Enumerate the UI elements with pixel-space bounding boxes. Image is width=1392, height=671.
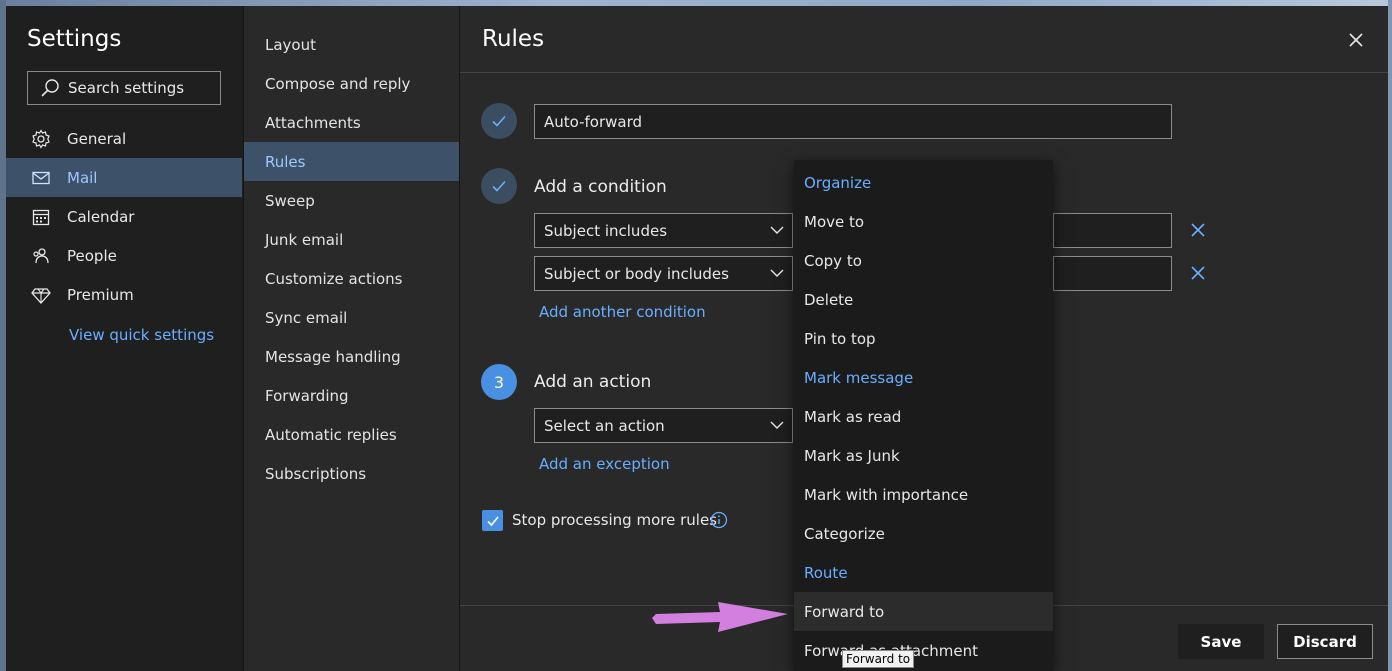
discard-button[interactable]: Discard bbox=[1277, 624, 1373, 659]
menu-header-organize: Organize bbox=[804, 173, 872, 192]
view-quick-settings-link[interactable]: View quick settings bbox=[69, 326, 214, 344]
condition-select-2[interactable]: Subject or body includes bbox=[534, 256, 793, 291]
section-sweep[interactable]: Sweep bbox=[244, 181, 459, 220]
info-icon[interactable] bbox=[710, 511, 728, 529]
menu-item-categorize[interactable]: Categorize bbox=[794, 514, 1053, 553]
condition-select-value: Subject or body includes bbox=[544, 264, 729, 283]
nav-item-people[interactable]: People bbox=[6, 236, 242, 275]
chevron-down-icon bbox=[770, 421, 784, 429]
calendar-icon bbox=[31, 207, 51, 227]
nav-item-general[interactable]: General bbox=[6, 119, 242, 158]
tooltip: Forward to bbox=[842, 650, 915, 668]
action-dropdown-menu: Organize Move to Copy to Delete Pin to t… bbox=[794, 160, 1053, 671]
menu-item-delete[interactable]: Delete bbox=[794, 280, 1053, 319]
nav-item-label: General bbox=[67, 129, 127, 148]
settings-window: Settings Search settings General Mail Ca… bbox=[0, 0, 1392, 671]
checkmark-icon bbox=[486, 515, 499, 526]
menu-header-route: Route bbox=[804, 563, 848, 582]
action-select-value: Select an action bbox=[544, 416, 665, 435]
checkmark-icon bbox=[492, 180, 506, 192]
condition-value-input-2[interactable] bbox=[1053, 256, 1172, 291]
settings-title: Settings bbox=[27, 26, 122, 52]
condition-value-input-1[interactable] bbox=[1053, 213, 1172, 248]
step-number-circle: 3 bbox=[481, 364, 517, 400]
menu-item-forward-as-attachment[interactable]: Forward as attachment bbox=[794, 631, 1053, 670]
section-layout[interactable]: Layout bbox=[244, 25, 459, 64]
section-forwarding[interactable]: Forwarding bbox=[244, 376, 459, 415]
close-icon[interactable] bbox=[1345, 29, 1367, 51]
section-automatic-replies[interactable]: Automatic replies bbox=[244, 415, 459, 454]
search-icon bbox=[41, 79, 59, 97]
section-sync-email[interactable]: Sync email bbox=[244, 298, 459, 337]
gear-icon bbox=[31, 128, 51, 149]
section-rules[interactable]: Rules bbox=[244, 142, 459, 181]
search-placeholder: Search settings bbox=[68, 79, 185, 97]
remove-condition-icon[interactable] bbox=[1190, 265, 1206, 281]
section-attachments[interactable]: Attachments bbox=[244, 103, 459, 142]
menu-item-mark-as-junk[interactable]: Mark as Junk bbox=[794, 436, 1053, 475]
step-complete-circle bbox=[481, 168, 517, 204]
action-select[interactable]: Select an action bbox=[534, 408, 793, 443]
chevron-down-icon bbox=[770, 226, 784, 234]
annotation-arrow-icon bbox=[652, 602, 788, 632]
section-customize-actions[interactable]: Customize actions bbox=[244, 259, 459, 298]
add-exception-link[interactable]: Add an exception bbox=[539, 455, 670, 473]
step-complete-circle bbox=[481, 103, 517, 139]
action-heading: Add an action bbox=[534, 372, 652, 392]
menu-item-mark-with-importance[interactable]: Mark with importance bbox=[794, 475, 1053, 514]
nav-item-calendar[interactable]: Calendar bbox=[6, 197, 242, 236]
rule-name-input[interactable]: Auto-forward bbox=[534, 104, 1172, 139]
menu-item-mark-as-read[interactable]: Mark as read bbox=[794, 397, 1053, 436]
desktop-background-right bbox=[1388, 0, 1392, 671]
condition-heading: Add a condition bbox=[534, 177, 667, 197]
mail-icon bbox=[31, 168, 51, 188]
checkmark-icon bbox=[492, 115, 506, 127]
nav-item-premium[interactable]: Premium bbox=[6, 275, 242, 314]
nav-item-label: People bbox=[67, 246, 117, 265]
menu-item-pin-to-top[interactable]: Pin to top bbox=[794, 319, 1053, 358]
stop-processing-label: Stop processing more rules bbox=[512, 511, 717, 529]
remove-condition-icon[interactable] bbox=[1190, 222, 1206, 238]
menu-item-copy-to[interactable]: Copy to bbox=[794, 241, 1053, 280]
people-icon bbox=[31, 246, 51, 266]
menu-header-mark-message: Mark message bbox=[804, 368, 914, 387]
section-message-handling[interactable]: Message handling bbox=[244, 337, 459, 376]
condition-select-1[interactable]: Subject includes bbox=[534, 213, 793, 248]
section-compose-and-reply[interactable]: Compose and reply bbox=[244, 64, 459, 103]
menu-item-move-to[interactable]: Move to bbox=[794, 202, 1053, 241]
save-button[interactable]: Save bbox=[1178, 624, 1264, 659]
pane-divider bbox=[459, 6, 460, 671]
nav-item-label: Premium bbox=[67, 285, 134, 304]
condition-select-value: Subject includes bbox=[544, 221, 668, 240]
nav-item-label: Mail bbox=[67, 168, 98, 187]
section-junk-email[interactable]: Junk email bbox=[244, 220, 459, 259]
nav-item-mail[interactable]: Mail bbox=[6, 158, 242, 197]
diamond-icon bbox=[31, 285, 51, 305]
menu-item-forward-to[interactable]: Forward to bbox=[794, 592, 1053, 631]
add-another-condition-link[interactable]: Add another condition bbox=[539, 303, 706, 321]
page-title: Rules bbox=[482, 26, 545, 52]
stop-processing-checkbox[interactable] bbox=[482, 510, 503, 531]
search-settings-input[interactable]: Search settings bbox=[27, 71, 221, 105]
nav-item-label: Calendar bbox=[67, 207, 135, 226]
chevron-down-icon bbox=[770, 269, 784, 277]
header-divider bbox=[460, 72, 1388, 73]
section-subscriptions[interactable]: Subscriptions bbox=[244, 454, 459, 493]
